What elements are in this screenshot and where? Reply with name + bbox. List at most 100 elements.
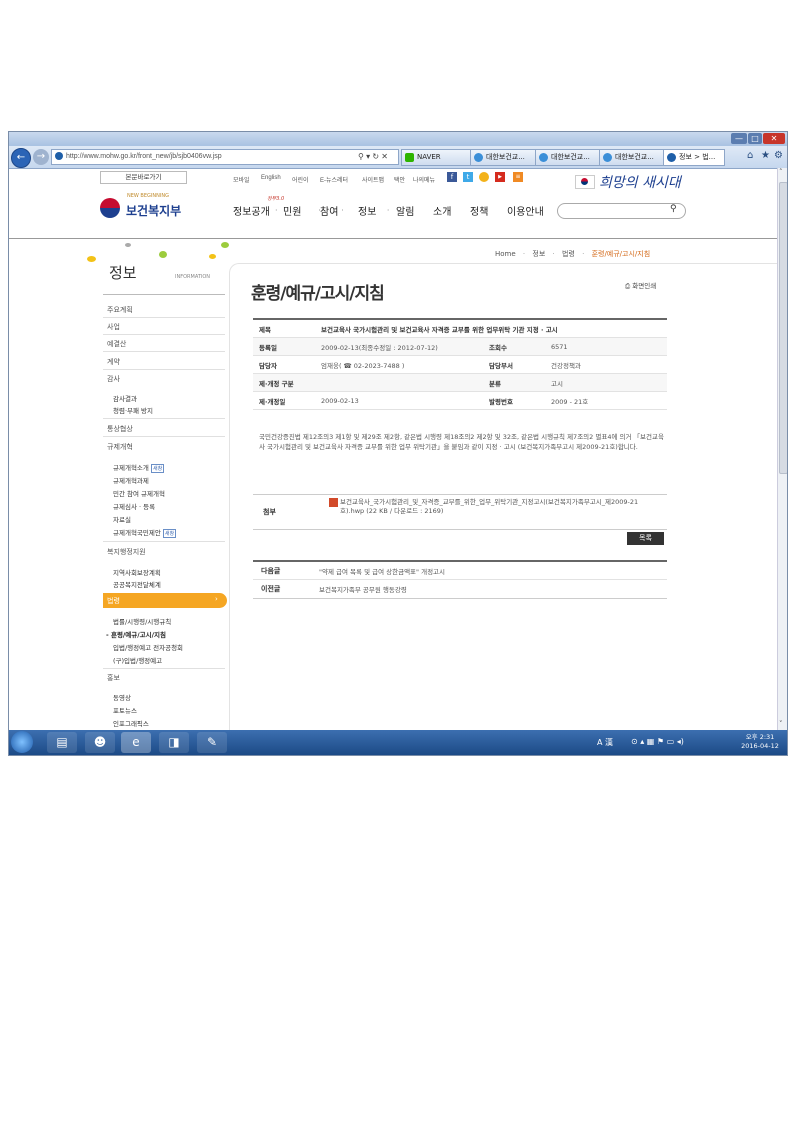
gnb-separators: · · · · · · · bbox=[275, 206, 413, 215]
gnb-item-disclosure[interactable]: 정보공개 bbox=[233, 203, 270, 218]
lnb-sub-photo-news[interactable]: 포토뉴스 bbox=[113, 705, 137, 715]
page-title: 훈령/예규/고시/지침 bbox=[251, 284, 385, 304]
lnb-sub-infographics[interactable]: 인포그래픽스 bbox=[113, 718, 149, 728]
util-link-newsletter[interactable]: E-뉴스레터 bbox=[320, 175, 348, 184]
gnb-item-policy[interactable]: 정책 bbox=[470, 203, 488, 218]
lnb-item-welfare-admin[interactable]: 복지행정지원 bbox=[107, 547, 146, 557]
scroll-thumb[interactable] bbox=[779, 182, 787, 474]
lnb-item-regulation[interactable]: 규제개혁 bbox=[107, 442, 133, 452]
ie-favicon-icon bbox=[603, 152, 612, 162]
editor-taskbar-icon[interactable]: ✎ bbox=[197, 732, 227, 753]
lnb-item-audit[interactable]: 감사 bbox=[107, 374, 120, 384]
category-label: 분류 bbox=[483, 373, 545, 392]
lnb-sub-law-statutes[interactable]: 법률/시행령/시행규칙 bbox=[113, 616, 171, 626]
tab-active[interactable]: 정보 > 법... bbox=[663, 149, 725, 166]
lnb-sub-law-hearing[interactable]: 입법/행정예고 전자공청회 bbox=[113, 642, 183, 652]
util-link-sitemap[interactable]: 사이트맵 bbox=[362, 175, 384, 184]
tab-naver[interactable]: NAVER bbox=[401, 149, 471, 166]
minimize-button[interactable]: — bbox=[731, 133, 747, 144]
lnb-sub-community-plan[interactable]: 지역사회보장계획 bbox=[113, 567, 161, 577]
ministry-logo[interactable]: NEW BEGINNING 보건복지부 bbox=[99, 192, 209, 224]
lnb-sub-reg-archive[interactable]: 자료실 bbox=[113, 514, 131, 524]
decor-leaf bbox=[209, 254, 216, 259]
lnb-item-project[interactable]: 사업 bbox=[107, 322, 120, 332]
tab-item[interactable]: 대한보건교... bbox=[535, 149, 600, 166]
back-arrow-icon[interactable]: ← bbox=[11, 148, 31, 168]
site-search-input[interactable]: ⚲ bbox=[557, 203, 686, 219]
prev-title[interactable]: 보건복지가족부 공무원 행동강령 bbox=[319, 584, 407, 594]
tab-item[interactable]: 대한보건교... bbox=[599, 149, 664, 166]
vertical-scrollbar[interactable]: ˄ ˅ bbox=[777, 168, 787, 731]
media-taskbar-icon[interactable]: ◨ bbox=[159, 732, 189, 753]
breadcrumb: Home · 정보 · 법령 · 훈령/예규/고시/지침 bbox=[495, 250, 651, 258]
close-window-button[interactable]: ✕ bbox=[763, 133, 785, 144]
util-link-accessibility[interactable]: 택안 bbox=[394, 175, 405, 184]
forward-arrow-icon[interactable]: → bbox=[33, 149, 49, 165]
lnb-sub-anticorruption[interactable]: 청렴·부패 방지 bbox=[113, 405, 153, 415]
lnb-sub-audit-result[interactable]: 감사결과 bbox=[113, 393, 137, 403]
next-title[interactable]: "약제 급여 목록 및 급여 상한금액표" 개정고시 bbox=[319, 566, 445, 576]
table-row: 제·개정일 2009-02-13 발령번호 2009 - 21호 bbox=[253, 391, 667, 410]
messenger-taskbar-icon[interactable]: ☻ bbox=[85, 732, 115, 753]
blog-icon[interactable] bbox=[479, 172, 489, 182]
home-icon[interactable]: ⌂ bbox=[747, 150, 753, 161]
list-button[interactable]: 목록 bbox=[627, 532, 664, 545]
tab-item[interactable]: 대한보건교... bbox=[470, 149, 536, 166]
document-body: 국민건강증진법 제12조의3 제1항 및 제29조 제2항, 같은법 시행령 제… bbox=[259, 433, 664, 451]
lnb-item-budget[interactable]: 예결산 bbox=[107, 339, 126, 349]
ie-taskbar-icon[interactable]: e bbox=[121, 732, 151, 753]
facebook-icon[interactable]: f bbox=[447, 172, 457, 182]
next-post-row[interactable]: 다음글 "약제 급여 목록 및 급여 상한금액표" 개정고시 bbox=[253, 562, 667, 580]
lnb-item-pr[interactable]: 홍보 bbox=[107, 673, 120, 683]
maximize-button[interactable]: □ bbox=[748, 133, 762, 144]
table-row: 등록일 2009-02-13(최종수정일 : 2012-07-12) 조회수 6… bbox=[253, 337, 667, 356]
clock[interactable]: 오후 2:31 2016-04-12 bbox=[736, 733, 784, 751]
lnb-item-plan[interactable]: 주요계획 bbox=[107, 305, 133, 315]
explorer-taskbar-icon[interactable]: ▤ bbox=[47, 732, 77, 753]
util-link-kids[interactable]: 어린이 bbox=[292, 175, 309, 184]
reg-date-label: 등록일 bbox=[253, 337, 315, 356]
favorites-star-icon[interactable]: ★ bbox=[761, 150, 770, 161]
youtube-icon[interactable]: ▶ bbox=[495, 172, 505, 182]
util-link-english[interactable]: English bbox=[261, 175, 281, 181]
lnb-sub-law-current[interactable]: - 훈령/예규/고시/지침 bbox=[106, 629, 166, 639]
util-link-mobile[interactable]: 모바일 bbox=[233, 175, 250, 184]
breadcrumb-law[interactable]: 법령 bbox=[562, 250, 575, 258]
util-link-my-menu[interactable]: 나의메뉴 bbox=[413, 175, 435, 184]
ie-favicon-icon bbox=[539, 152, 548, 162]
category-value: 고시 bbox=[545, 373, 667, 392]
scroll-up-icon[interactable]: ˄ bbox=[779, 168, 783, 176]
lnb-sub-public-welfare[interactable]: 공공복지전달체계 bbox=[113, 579, 161, 589]
prev-post-row[interactable]: 이전글 보건복지가족부 공무원 행동강령 bbox=[253, 580, 667, 597]
url-text: http://www.mohw.go.kr/front_new/jb/sjb04… bbox=[66, 153, 222, 160]
start-button[interactable] bbox=[11, 731, 33, 753]
prev-label: 이전글 bbox=[261, 585, 281, 593]
twitter-icon[interactable]: t bbox=[463, 172, 473, 182]
lnb-divider bbox=[103, 541, 225, 542]
gnb-item-about[interactable]: 소개 bbox=[433, 203, 451, 218]
lnb-sub-reg-proposal[interactable]: 규제개혁국민제안 새창 bbox=[113, 527, 177, 538]
gnb-item-guide[interactable]: 이용안내 bbox=[507, 203, 544, 218]
lnb-sub-reg-private[interactable]: 민간 참여 규제개혁 bbox=[113, 488, 165, 498]
breadcrumb-info[interactable]: 정보 bbox=[532, 250, 545, 258]
skip-to-content-link[interactable]: 본문바로가기 bbox=[100, 171, 187, 184]
ime-indicator[interactable]: A 漢 bbox=[597, 737, 613, 748]
rss-icon[interactable]: ≡ bbox=[513, 172, 523, 182]
lnb-sub-reg-review[interactable]: 규제심사 · 등록 bbox=[113, 501, 155, 511]
lnb-sub-reg-intro[interactable]: 규제개혁소개 새창 bbox=[113, 462, 165, 473]
search-icon[interactable]: ⚲ bbox=[670, 204, 677, 214]
lnb-sub-video[interactable]: 동영상 bbox=[113, 692, 131, 702]
breadcrumb-home[interactable]: Home bbox=[495, 250, 516, 258]
address-input[interactable]: http://www.mohw.go.kr/front_new/jb/sjb04… bbox=[51, 149, 399, 165]
lnb-item-law-active[interactable]: 법령 › bbox=[103, 593, 227, 608]
settings-gear-icon[interactable]: ⚙ bbox=[774, 150, 783, 161]
lnb-sub-law-old-notice[interactable]: (구)입법/행정예고 bbox=[113, 655, 162, 665]
search-icon[interactable]: ⚲ ▾ ↻ ✕ bbox=[358, 150, 388, 164]
attachment-link[interactable]: 보건교육사_국가시험관리_및_자격증_교부를_위한_업무_위탁기관_지정고시(보… bbox=[340, 498, 660, 516]
print-button[interactable]: ⎙ 화면인쇄 bbox=[625, 280, 656, 291]
scroll-down-icon[interactable]: ˅ bbox=[779, 720, 783, 728]
lnb-item-trade[interactable]: 통상협상 bbox=[107, 424, 133, 434]
lnb-item-contract[interactable]: 계약 bbox=[107, 357, 120, 367]
lnb-sub-reg-task[interactable]: 규제개혁과제 bbox=[113, 475, 149, 485]
tray-icons[interactable]: ⊙ ▴ ▦ ⚑ ▭ ◂) bbox=[631, 737, 684, 746]
